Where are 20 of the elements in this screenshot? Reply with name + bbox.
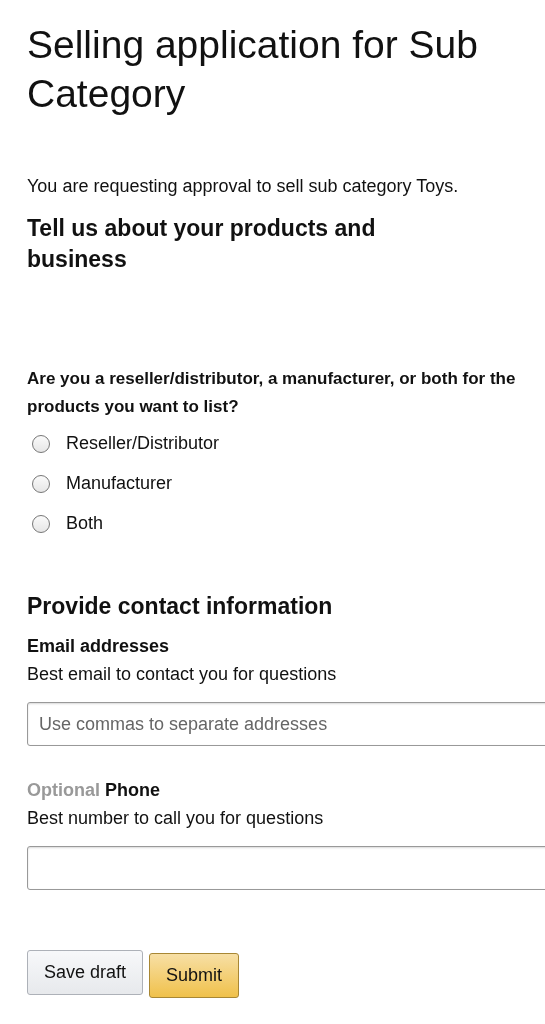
option-label[interactable]: Both [66, 513, 104, 534]
email-hint: Best email to contact you for questions [27, 664, 338, 685]
email-input-field[interactable]: Use commas to separate addresses [27, 702, 545, 746]
save-draft-button[interactable]: Save draft [27, 950, 144, 995]
phone-label: Phone [105, 780, 160, 800]
option-label[interactable]: Reseller/Distributor [66, 433, 220, 454]
option-label[interactable]: Manufacturer [66, 473, 173, 494]
question-label: Are you a reseller/distributor, a manufacturer, or both for the products you want to list? [27, 368, 517, 418]
phone-hint: Best number to call you for questions [27, 808, 325, 829]
email-label: Email addresses [27, 636, 171, 657]
radio-button[interactable] [32, 434, 50, 453]
contact-heading: Provide contact information [27, 592, 334, 621]
page-title: Selling application for Sub Category [27, 22, 479, 117]
submit-button[interactable]: Submit [149, 953, 240, 998]
optional-tag: Optional [27, 780, 100, 800]
phone-input-field[interactable] [27, 846, 545, 890]
radio-button[interactable] [32, 474, 50, 493]
intro-text: You are requesting approval to sell sub category Toys. [27, 176, 460, 197]
section-heading: Tell us about your products and business [27, 214, 377, 274]
radio-button[interactable] [32, 514, 50, 533]
